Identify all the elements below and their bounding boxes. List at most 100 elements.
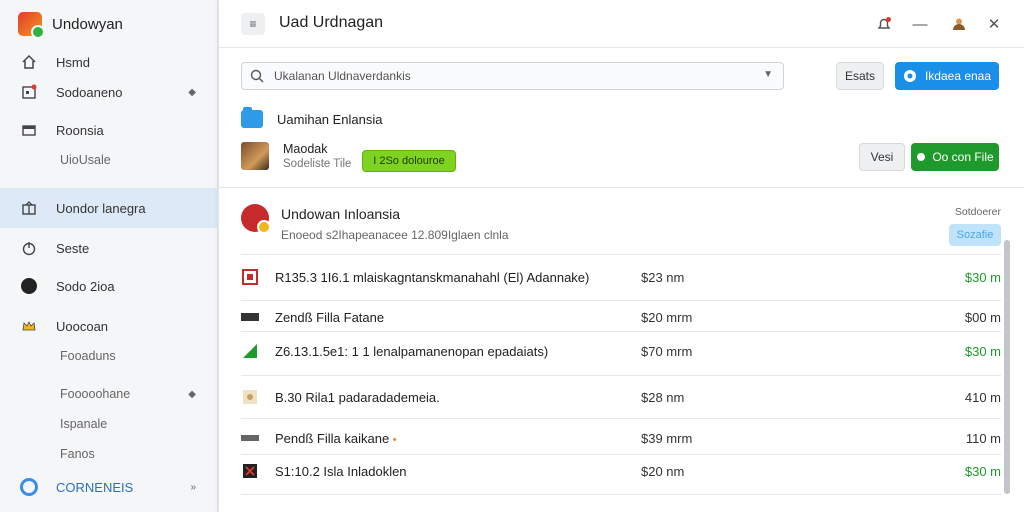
dark-bar-icon xyxy=(241,309,259,325)
sidebar: Undowyan Hsmd Sodoaneno ◆ Roonsia UioUsa… xyxy=(0,0,218,512)
file-title: Maodak xyxy=(283,142,328,156)
minimize-button[interactable]: — xyxy=(908,12,932,36)
sidebar-item-label: Uoocoan xyxy=(56,318,109,334)
app-name: Undowyan xyxy=(52,15,123,33)
sidebar-item-corneneis[interactable]: CORNENEIS » xyxy=(0,467,218,507)
file-subtitle: Sodeliste Tile xyxy=(283,158,352,170)
row-price: $39 mrm xyxy=(641,430,693,446)
gift-icon xyxy=(20,199,38,217)
row-name: Z6.13.1.5e1: 1 1 lenalpamanenopan epadai… xyxy=(275,343,549,359)
home-icon xyxy=(20,53,38,71)
row-amount: $00 m xyxy=(964,309,1001,325)
row-price: $20 nm xyxy=(641,463,685,479)
search-value: Ukalanan Uldnaverdankis xyxy=(274,69,411,83)
menu-button[interactable]: ≡ xyxy=(241,13,265,35)
sidebar-item-label: Fooooohane xyxy=(60,387,131,401)
sidebar-subitem-fooaduns[interactable]: Fooaduns xyxy=(0,336,218,376)
row-name: R135.3 1I6.1 mlaiskagntanskmanahahl (El)… xyxy=(275,269,590,285)
bell-icon xyxy=(877,17,891,29)
power-icon xyxy=(20,239,38,257)
add-file-button[interactable]: Oo con File xyxy=(911,143,999,171)
row-price: $28 nm xyxy=(641,389,685,405)
ring-icon xyxy=(20,478,38,496)
close-icon: ✕ xyxy=(987,16,1001,33)
table-row[interactable]: S1:10.2 Isla Inladoklen $20 nm $30 m xyxy=(241,456,1001,486)
row-divider xyxy=(241,454,1001,455)
sidebar-item-label: Fooaduns xyxy=(60,349,116,363)
menu-icon: ≡ xyxy=(249,17,257,31)
app-window: Undowyan Hsmd Sodoaneno ◆ Roonsia UioUsa… xyxy=(0,0,1024,512)
red-x-icon xyxy=(241,463,259,479)
sidebar-item-trail: ◆ xyxy=(188,388,196,400)
row-amount: 110 m xyxy=(965,430,1001,446)
vesi-button[interactable]: Vesi xyxy=(859,143,905,171)
row-name: B.30 Rila1 padaradademeia. xyxy=(275,389,440,405)
card-icon xyxy=(20,121,38,139)
red-square-icon xyxy=(241,269,259,285)
primary-action-label: Ikdaea enaa xyxy=(924,69,992,83)
account-button[interactable] xyxy=(947,12,971,36)
sidebar-item-label: Hsmd xyxy=(56,54,90,70)
app-logo xyxy=(18,12,45,39)
crown-icon xyxy=(20,317,38,335)
scrollbar[interactable] xyxy=(1004,240,1010,494)
upload-icon xyxy=(917,153,926,161)
sidebar-item-trail: » xyxy=(190,481,196,493)
sidebar-item-sodo[interactable]: Sodo 2ioa xyxy=(0,266,218,306)
row-note: • xyxy=(392,433,397,446)
add-file-label: Oo con File xyxy=(932,150,994,164)
row-price: $70 mrm xyxy=(641,343,693,359)
close-button[interactable]: ✕ xyxy=(982,12,1006,36)
sidebar-item-label: Roonsia xyxy=(56,122,104,138)
folder-label: Uamihan Enlansia xyxy=(277,111,383,127)
circle-icon xyxy=(20,277,38,295)
sidebar-item-label: Uondor lanegra xyxy=(56,200,146,216)
divider xyxy=(219,187,1024,188)
page-title: Uad Urdnagan xyxy=(279,14,384,31)
minimize-icon: — xyxy=(912,15,928,33)
section-badge[interactable]: Sozafie xyxy=(949,224,1001,246)
app-header: Undowyan xyxy=(18,10,123,39)
location-icon xyxy=(903,70,916,82)
sidebar-subitem-uiousale[interactable]: UioUsale xyxy=(0,140,218,180)
row-name-text: Pendß Filla kaikane xyxy=(275,430,390,446)
search-icon xyxy=(250,69,264,83)
row-amount: $30 m xyxy=(964,463,1001,479)
table-row[interactable]: Zendß Filla Fatane $20 mrm $00 m xyxy=(241,302,1001,332)
row-name: S1:10.2 Isla Inladoklen xyxy=(275,463,407,479)
esats-button[interactable]: Esats xyxy=(836,62,884,90)
table-row[interactable]: B.30 Rila1 padaradademeia. $28 nm 410 m xyxy=(241,382,1001,412)
sidebar-item-label: Ispanale xyxy=(60,417,108,431)
tan-square-icon xyxy=(241,389,259,405)
table-row[interactable]: R135.3 1I6.1 mlaiskagntanskmanahahl (El)… xyxy=(241,262,1001,292)
sidebar-item-uondor-lanegra[interactable]: Uondor lanegra xyxy=(0,188,218,228)
row-price: $23 nm xyxy=(641,269,685,285)
status-badge: I 2So dolouroe xyxy=(362,150,456,172)
notification-button[interactable] xyxy=(872,12,896,36)
table-row[interactable]: Z6.13.1.5e1: 1 1 lenalpamanenopan epadai… xyxy=(241,336,1001,366)
section-right-label: Sotdoerer xyxy=(954,206,1001,218)
sidebar-item-label: CORNENEIS xyxy=(56,479,134,495)
vesi-button-label: Vesi xyxy=(870,150,894,164)
sidebar-item-label: Seste xyxy=(56,240,90,256)
upload-file-row: Maodak Sodeliste Tile xyxy=(241,142,351,170)
gray-bar-icon xyxy=(241,430,259,446)
row-divider xyxy=(241,331,1001,332)
sidebar-item-sodoaneno[interactable]: Sodoaneno ◆ xyxy=(0,72,218,112)
section-title: Undowan Inloansia xyxy=(281,206,401,222)
esats-button-label: Esats xyxy=(844,69,875,83)
section-logo xyxy=(241,204,271,234)
sidebar-item-label: Sodo 2ioa xyxy=(56,278,115,294)
sidebar-item-label: Fanos xyxy=(60,447,95,461)
green-triangle-icon xyxy=(241,343,259,359)
table-row[interactable]: Pendß Filla kaikane • $39 mrm 110 m xyxy=(241,423,1001,453)
chevron-down-icon[interactable]: ▼ xyxy=(763,69,773,80)
upload-folder-row[interactable]: Uamihan Enlansia xyxy=(241,107,383,128)
sidebar-item-seste[interactable]: Seste xyxy=(0,228,218,268)
row-name: Pendß Filla kaikane • xyxy=(275,431,635,446)
row-divider xyxy=(241,300,1001,301)
user-icon xyxy=(953,18,965,30)
folder-icon xyxy=(241,107,263,128)
search-input[interactable]: Ukalanan Uldnaverdankis ▼ xyxy=(241,62,784,90)
primary-action-button[interactable]: Ikdaea enaa xyxy=(895,62,999,90)
